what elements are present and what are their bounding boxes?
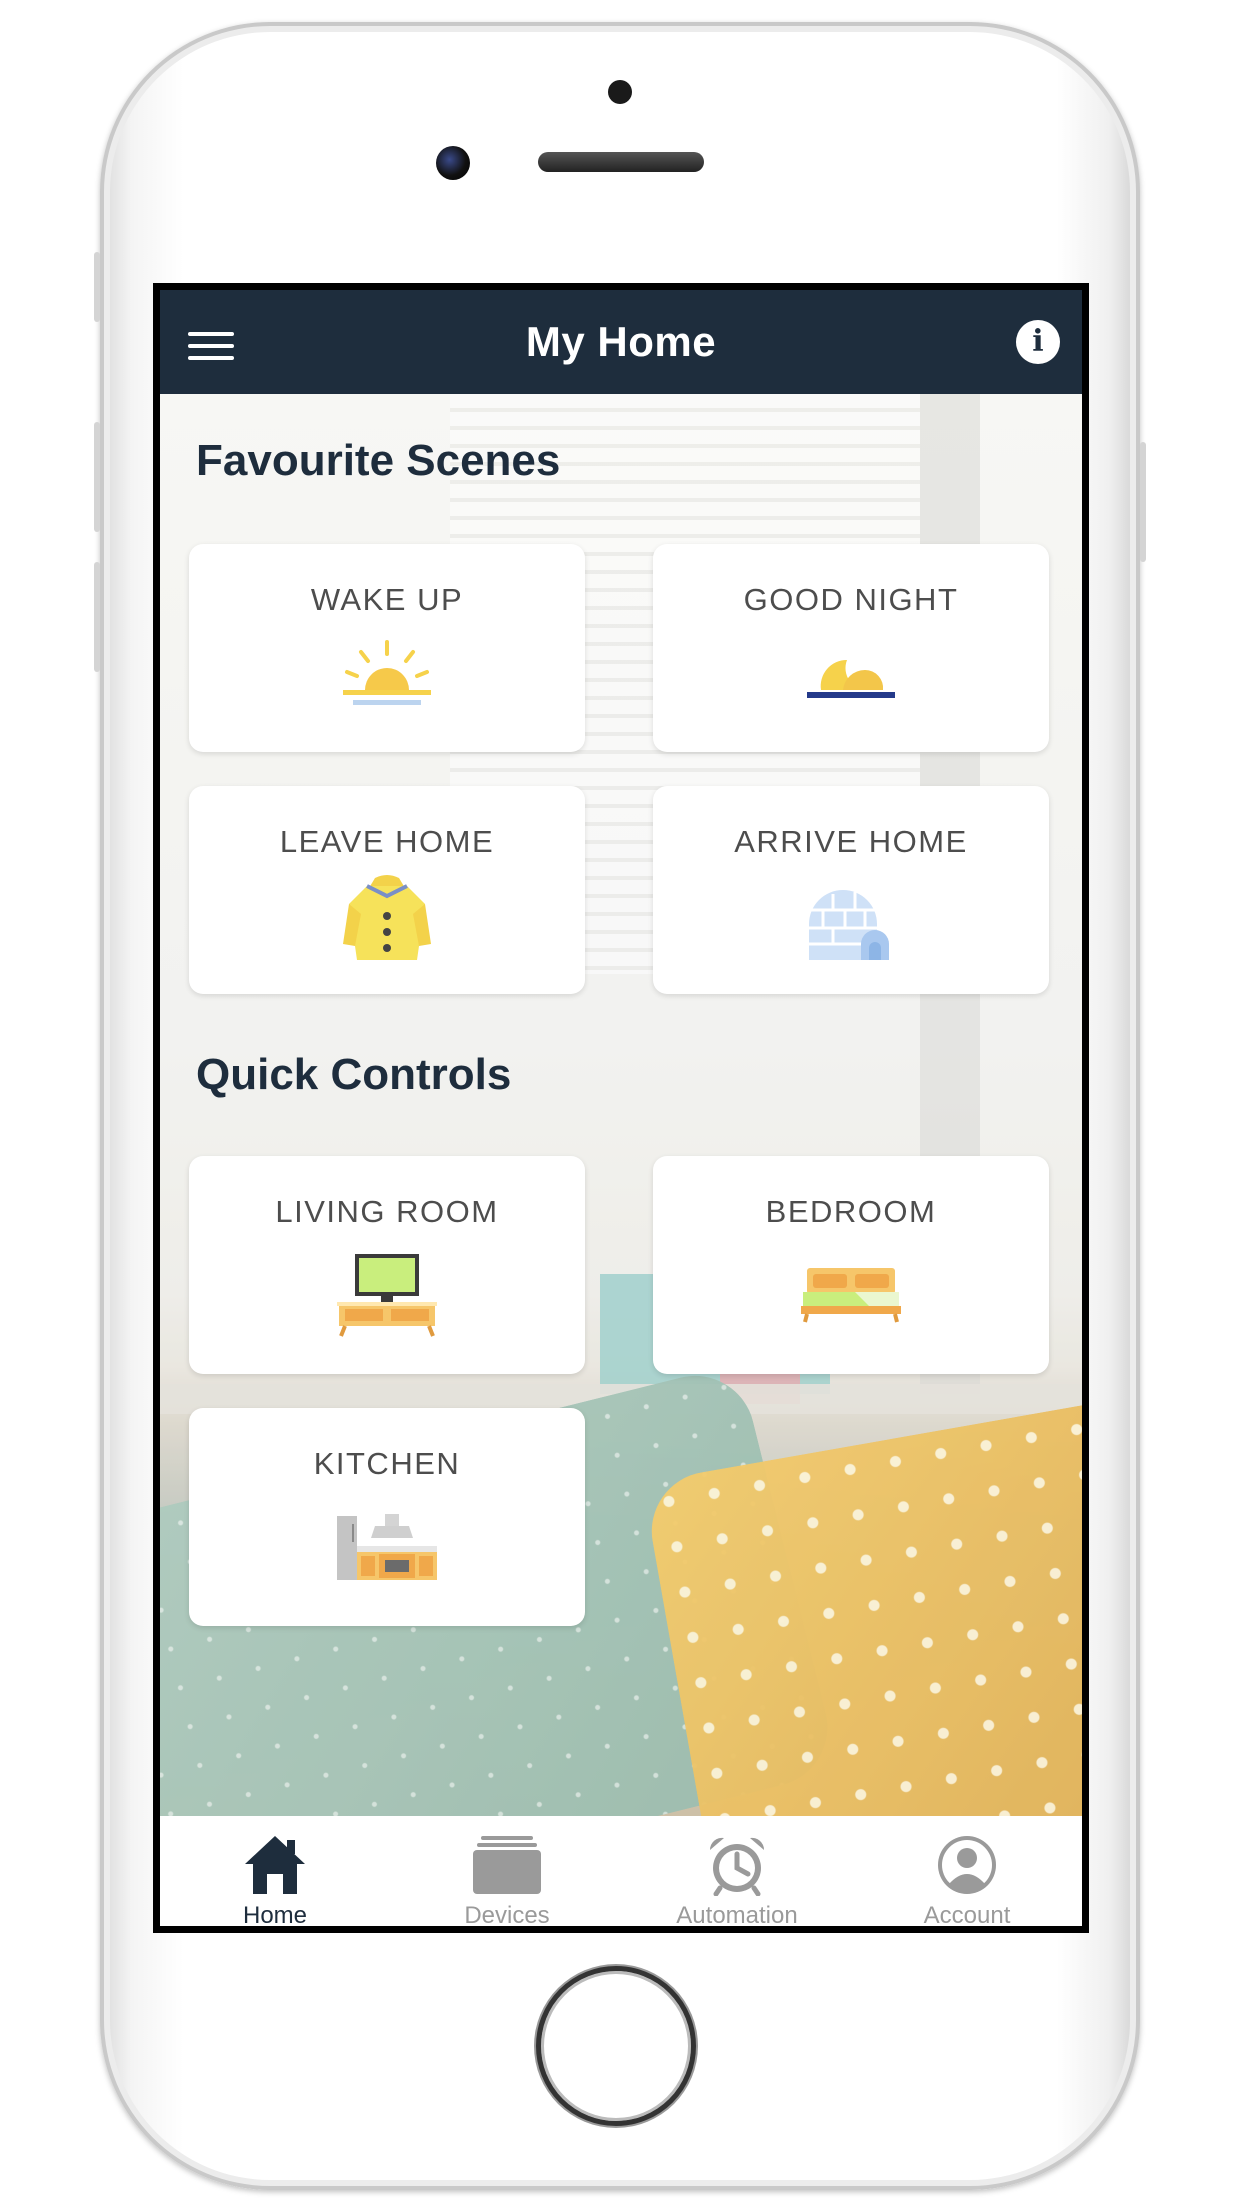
favourite-scenes-heading: Favourite Scenes	[196, 436, 561, 485]
power-button	[1140, 442, 1146, 562]
sunrise-icon	[339, 640, 435, 715]
bottom-tab-bar: Home Devices Automation Account	[160, 1816, 1082, 1929]
room-card-bedroom[interactable]: BEDROOM	[653, 1156, 1049, 1374]
scene-label: GOOD NIGHT	[743, 582, 959, 617]
home-icon	[243, 1834, 307, 1901]
account-icon	[935, 1834, 999, 1901]
app-screen: My Home i Favourite Scenes WAKE UP GOOD …	[153, 283, 1089, 1933]
tab-label: Account	[923, 1902, 1011, 1929]
room-card-living-room[interactable]: LIVING ROOM	[189, 1156, 585, 1374]
devices-icon	[471, 1834, 543, 1901]
tab-label: Home	[242, 1902, 308, 1929]
proximity-sensor	[608, 80, 632, 104]
tv-stand-icon	[335, 1252, 439, 1343]
scene-card-leave-home[interactable]: LEAVE HOME	[189, 786, 585, 994]
volume-up-button	[94, 422, 100, 532]
kitchen-icon	[335, 1512, 439, 1587]
room-label: KITCHEN	[313, 1446, 461, 1481]
scene-label: ARRIVE HOME	[734, 824, 968, 859]
quick-controls-heading: Quick Controls	[196, 1050, 512, 1099]
tab-account[interactable]: Account	[852, 1816, 1082, 1929]
tab-home[interactable]: Home	[160, 1816, 390, 1929]
tab-label: Devices	[464, 1902, 550, 1929]
room-label: BEDROOM	[765, 1194, 937, 1229]
scene-card-arrive-home[interactable]: ARRIVE HOME	[653, 786, 1049, 994]
scene-card-wake-up[interactable]: WAKE UP	[189, 544, 585, 752]
bed-icon	[799, 1266, 903, 1329]
app-header: My Home i	[160, 290, 1082, 394]
tab-automation[interactable]: Automation	[622, 1816, 852, 1929]
scene-label: LEAVE HOME	[279, 824, 495, 859]
scene-label: WAKE UP	[310, 582, 464, 617]
phone-home-button[interactable]	[536, 1966, 696, 2126]
volume-down-button	[94, 562, 100, 672]
igloo-icon	[803, 880, 899, 969]
tab-label: Automation	[676, 1902, 798, 1929]
earpiece-speaker	[538, 152, 704, 172]
scene-card-good-night[interactable]: GOOD NIGHT	[653, 544, 1049, 752]
room-card-kitchen[interactable]: KITCHEN	[189, 1408, 585, 1626]
tab-devices[interactable]: Devices	[392, 1816, 622, 1929]
room-label: LIVING ROOM	[275, 1194, 499, 1229]
alarm-clock-icon	[704, 1834, 770, 1901]
info-icon[interactable]: i	[1016, 320, 1060, 364]
front-camera	[436, 146, 470, 180]
raincoat-icon	[339, 874, 435, 971]
mute-switch	[94, 252, 100, 322]
moon-icon	[803, 648, 899, 713]
page-title: My Home	[525, 318, 717, 365]
